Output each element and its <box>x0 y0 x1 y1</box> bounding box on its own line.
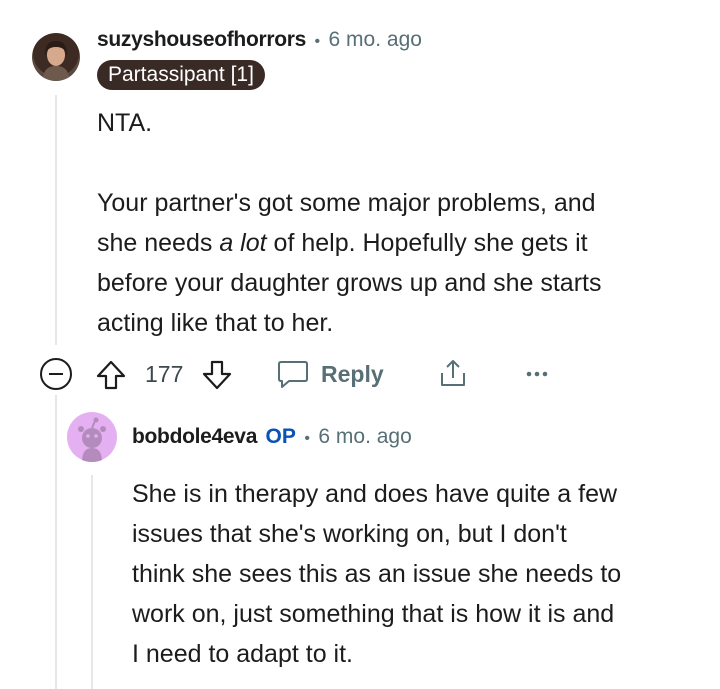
share-button[interactable] <box>436 356 470 390</box>
meta-separator: • <box>304 430 310 447</box>
reply-body: She is in therapy and does have quite a … <box>132 474 621 674</box>
user-flair: Partassipant [1] <box>97 60 265 90</box>
share-icon <box>441 360 465 386</box>
comment-body: NTA. Your partner's got some major probl… <box>97 103 601 343</box>
upvote-button[interactable] <box>95 359 127 391</box>
avatar[interactable] <box>67 412 117 462</box>
comment-line: issues that she's working on, but I don'… <box>132 520 567 548</box>
vote-score: 177 <box>145 361 184 387</box>
comment-text: of help. Hopefully she gets it <box>266 229 588 257</box>
comment-line: I need to adapt to it. <box>132 640 353 668</box>
upvote-arrow-icon <box>96 360 126 390</box>
comment-text: she needs <box>97 229 220 257</box>
thread-line-lower[interactable] <box>55 395 57 689</box>
avatar[interactable] <box>32 33 80 81</box>
reply-label: Reply <box>321 360 384 387</box>
snoo-avatar-icon <box>78 417 106 462</box>
speech-bubble-icon <box>278 361 308 388</box>
ellipsis-icon <box>526 371 548 377</box>
comment-line: Your partner's got some major problems, … <box>97 189 596 217</box>
username[interactable]: suzyshouseofhorrors <box>97 28 306 51</box>
more-options-button[interactable] <box>524 364 550 384</box>
meta-separator: • <box>314 33 321 50</box>
comment-line: acting like that to her. <box>97 309 334 337</box>
collapse-button[interactable] <box>39 357 73 391</box>
downvote-arrow-icon <box>202 360 232 390</box>
user-photo-icon <box>42 41 70 81</box>
downvote-button[interactable] <box>201 359 233 391</box>
comment-line: before your daughter grows up and she st… <box>97 269 602 297</box>
comment-line: she needs a lot of help. Hopefully she g… <box>97 223 601 263</box>
reply-header: bobdole4eva OP • 6 mo. ago <box>132 425 412 449</box>
collapse-minus-icon <box>40 358 72 390</box>
thread-line-main[interactable] <box>55 95 57 345</box>
op-badge: OP <box>265 425 296 448</box>
comment-line: She is in therapy and does have quite a … <box>132 480 618 508</box>
reply-button[interactable]: Reply <box>276 357 384 391</box>
comment-line: NTA. <box>97 109 153 137</box>
thread-line-reply[interactable] <box>91 475 93 689</box>
comment-line: work on, just something that is how it i… <box>132 600 615 628</box>
timestamp[interactable]: 6 mo. ago <box>318 425 411 448</box>
comment-line: think she sees this as an issue she need… <box>132 560 622 588</box>
comment-header: suzyshouseofhorrors • 6 mo. ago <box>97 28 422 52</box>
emphasis-text: a lot <box>219 229 267 257</box>
timestamp[interactable]: 6 mo. ago <box>329 28 422 51</box>
username[interactable]: bobdole4eva <box>132 425 257 448</box>
